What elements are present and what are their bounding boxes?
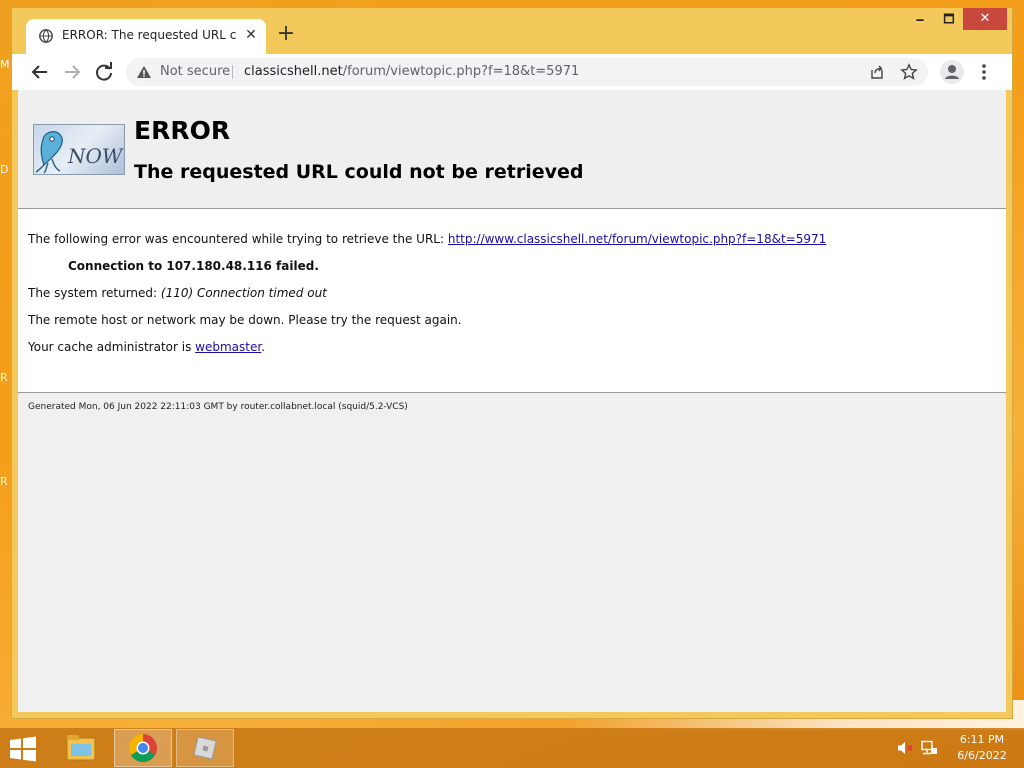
new-tab-button[interactable]: + [274,23,298,47]
cache-admin-line: Your cache administrator is webmaster. [28,340,265,354]
url-text[interactable]: classicshell.net/forum/viewtopic.php?f=1… [244,64,579,79]
desktop-icon-label[interactable]: D [0,163,12,176]
network-icon[interactable] [920,740,938,756]
reload-icon[interactable] [92,60,116,84]
system-returned-line: The system returned: (110) Connection ti… [28,286,327,300]
url-path: /forum/viewtopic.php?f=18&t=5971 [342,64,580,79]
roblox-icon[interactable] [176,729,234,767]
footer-generated-text: Generated Mon, 06 Jun 2022 22:11:03 GMT … [28,402,408,412]
page-title: ERROR [134,116,231,145]
tab-title: ERROR: The requested URL could not be re… [62,28,237,42]
chrome-icon[interactable] [114,729,172,767]
address-divider [232,65,233,79]
desktop-icon-label[interactable]: R [0,371,12,384]
browser-toolbar: Not secure classicshell.net/forum/viewto… [12,54,1012,90]
clock-date: 6/6/2022 [957,749,1007,762]
share-icon[interactable] [869,64,885,80]
profile-avatar-icon[interactable] [940,60,964,84]
intro-line: The following error was encountered whil… [28,232,826,246]
volume-muted-icon[interactable] [896,740,914,756]
taskbar-clock[interactable]: 6:11 PM 6/6/2022 [950,732,1014,764]
windows-start-icon[interactable] [8,736,38,762]
system-returned-label: The system returned: [28,286,161,300]
tab-active[interactable]: ERROR: The requested URL could not be re… [26,19,266,54]
cache-admin-suffix: . [261,340,266,354]
connection-failed-text: Connection to 107.180.48.116 failed. [68,259,319,273]
error-header: NOW ERROR The requested URL could not be… [18,90,1006,209]
system-returned-value: (110) Connection timed out [160,286,327,300]
url-host: classicshell.net [244,64,343,79]
more-menu-icon[interactable] [974,60,994,84]
minimize-button[interactable]: 🗕 [907,8,933,30]
browser-window: ERROR: The requested URL could not be re… [12,8,1012,718]
security-status-label[interactable]: Not secure [160,64,230,79]
bookmark-star-icon[interactable] [900,63,918,81]
page-content: NOW ERROR The requested URL could not be… [18,90,1006,712]
requested-url-link[interactable]: http://www.classicshell.net/forum/viewto… [448,232,826,246]
intro-text: The following error was encountered whil… [28,232,448,246]
tab-close-icon[interactable]: ✕ [242,26,260,44]
maximize-button[interactable]: 🗖 [936,8,962,30]
desktop-icon-label[interactable]: R [0,475,12,488]
page-subtitle: The requested URL could not be retrieved [134,161,584,183]
taskbar: 6:11 PM 6/6/2022 [0,728,1024,768]
title-bar: ERROR: The requested URL could not be re… [12,8,1012,54]
cache-admin-text: Your cache administrator is [28,340,196,354]
error-details: The following error was encountered whil… [18,209,1006,393]
file-explorer-icon[interactable] [52,729,110,767]
clock-time: 6:11 PM [959,733,1005,746]
squid-logo: NOW [33,124,125,175]
webmaster-link[interactable]: webmaster [195,340,261,354]
globe-icon [39,29,53,43]
back-arrow-icon[interactable] [28,60,52,84]
close-window-button[interactable]: ✕ [963,8,1007,30]
warning-icon[interactable] [136,65,152,79]
address-bar[interactable]: Not secure classicshell.net/forum/viewto… [126,58,928,86]
forward-arrow-icon[interactable] [60,60,84,84]
logo-text: NOW [67,144,124,168]
desktop-icon-label[interactable]: M [0,58,12,71]
remote-host-text: The remote host or network may be down. … [28,313,462,327]
